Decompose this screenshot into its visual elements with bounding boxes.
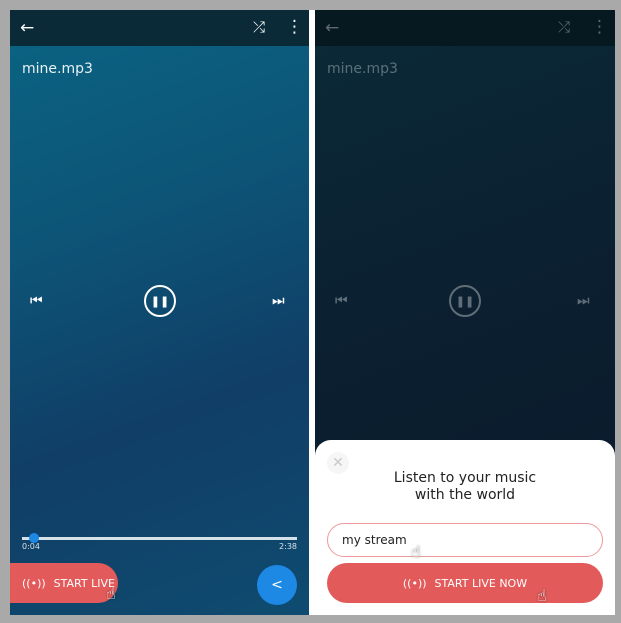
track-title: mine.mp3: [22, 61, 93, 77]
share-button[interactable]: <: [257, 565, 297, 605]
sheet-title-line2: with the world: [414, 487, 516, 503]
next-track-icon[interactable]: ⏭: [272, 293, 285, 309]
next-track-icon: ⏭: [577, 293, 590, 309]
elapsed-time: 0:04: [22, 542, 40, 551]
track-title: mine.mp3: [327, 61, 398, 77]
app-bar: ← ⤮ ⋮: [10, 10, 309, 46]
more-options-icon: ⋮: [591, 17, 608, 37]
previous-track-icon[interactable]: ⏮: [30, 293, 43, 309]
broadcast-icon: ((•)): [22, 576, 46, 590]
start-live-button[interactable]: ((•)) START LIVE: [10, 563, 118, 603]
sheet-title-line1: Listen to your music: [393, 470, 537, 486]
seek-bar[interactable]: [22, 533, 297, 543]
previous-track-icon: ⏮: [335, 293, 348, 309]
back-arrow-icon: ←: [325, 18, 340, 38]
shuffle-icon[interactable]: ⤮: [253, 18, 265, 36]
tap-hand-icon: ☝: [537, 586, 547, 605]
player-screen: ← ⤮ ⋮ mine.mp3 ⏮ ❚❚ ⏭ 0:04 2:38 ((•)) ST…: [10, 10, 309, 615]
share-icon: <: [271, 577, 283, 593]
broadcast-icon: ((•)): [402, 576, 427, 590]
tap-hand-icon: ☝: [411, 542, 421, 561]
tap-hand-icon: ☝: [106, 584, 116, 603]
total-duration: 2:38: [279, 542, 297, 551]
start-live-now-button[interactable]: ((•)) START LIVE NOW: [327, 563, 603, 603]
live-setup-screen: ← ⤮ ⋮ mine.mp3 ⏮ ❚❚ ⏭ ✕ Listen to your m…: [315, 10, 615, 615]
more-options-icon[interactable]: ⋮: [286, 17, 303, 37]
shuffle-icon: ⤮: [558, 18, 571, 36]
go-live-sheet: ✕ Listen to your music with the world my…: [315, 440, 615, 615]
start-live-now-label: START LIVE NOW: [434, 576, 528, 590]
pause-button: ❚❚: [449, 285, 481, 317]
pause-button[interactable]: ❚❚: [144, 285, 176, 317]
screenshot-frame: ← ⤮ ⋮ mine.mp3 ⏮ ❚❚ ⏭ 0:04 2:38 ((•)) ST…: [10, 10, 615, 615]
sheet-title: Listen to your music with the world: [315, 470, 615, 504]
stream-name-input[interactable]: my stream: [327, 523, 603, 557]
back-arrow-icon[interactable]: ←: [20, 18, 34, 38]
app-bar-dimmed: ← ⤮ ⋮: [315, 10, 615, 46]
